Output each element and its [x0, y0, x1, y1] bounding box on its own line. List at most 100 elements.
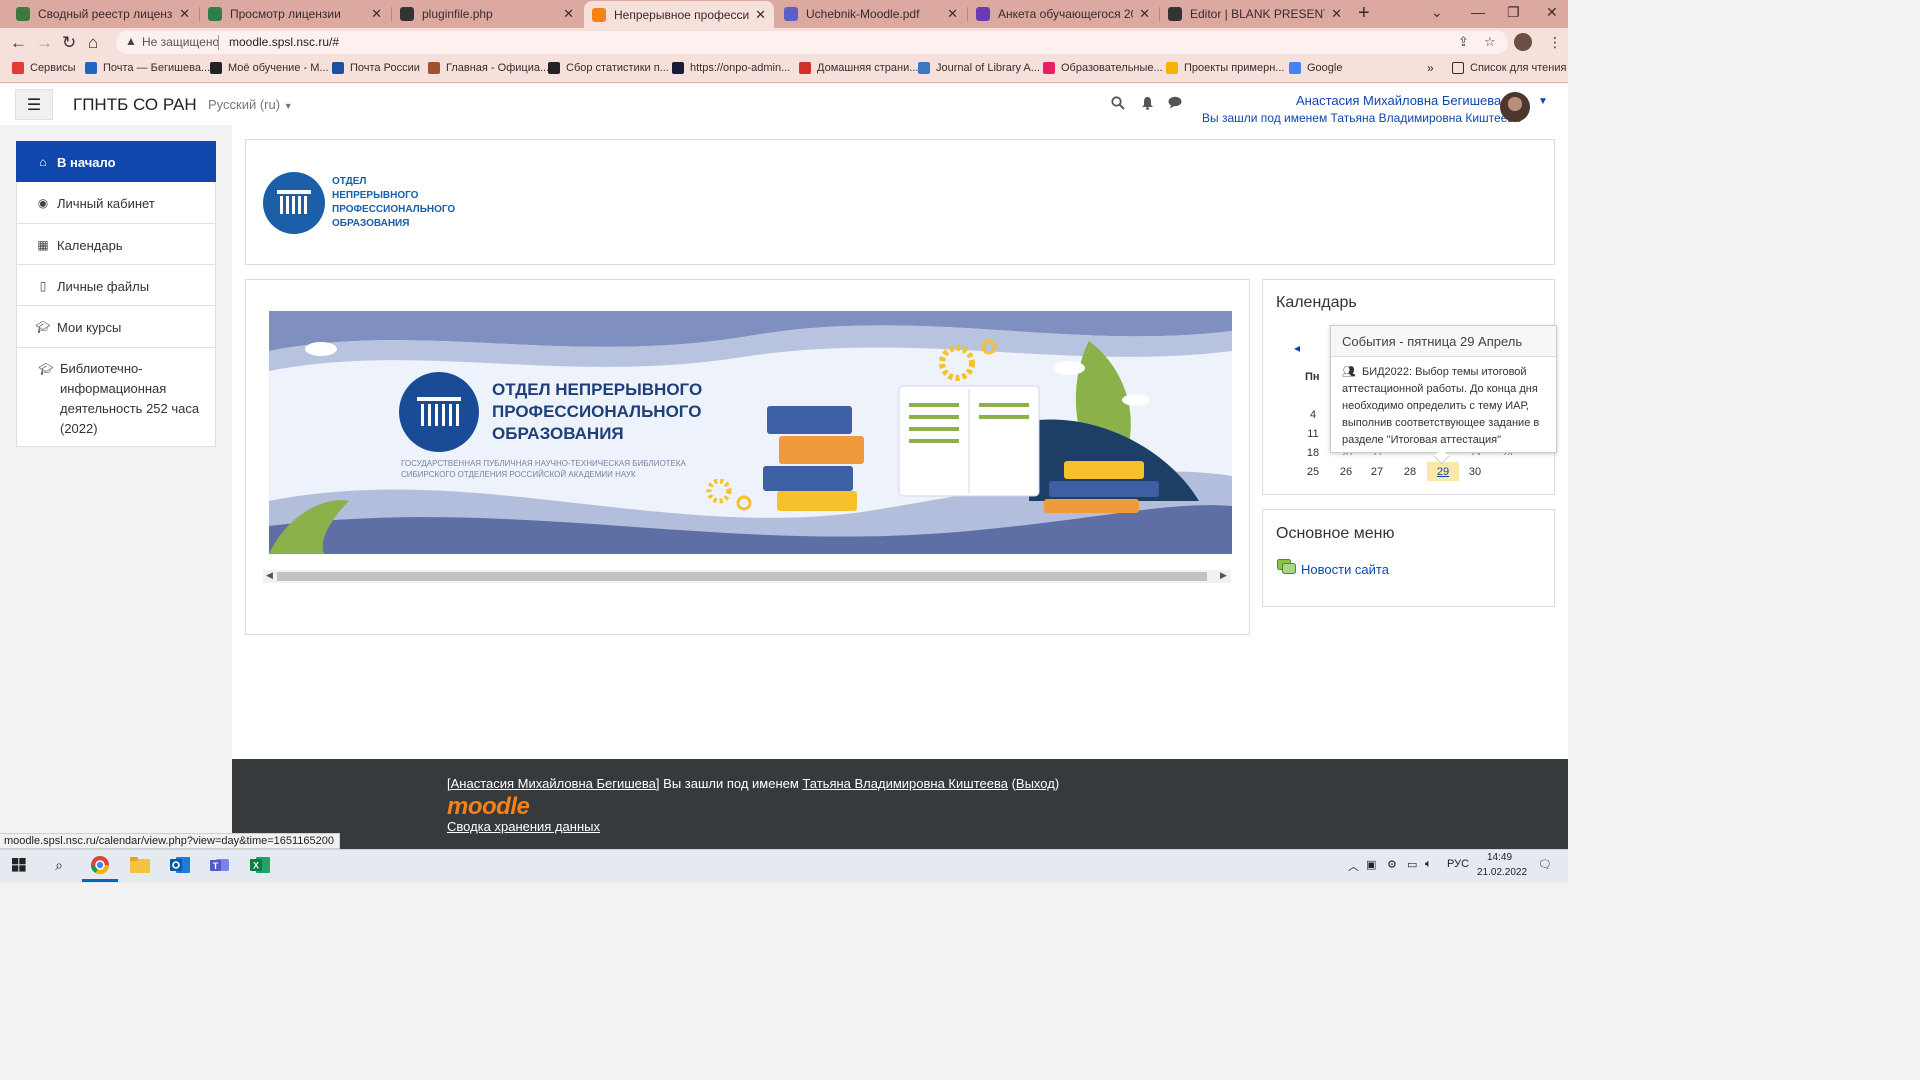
notifications-icon[interactable]: 🗨︎: [1538, 858, 1552, 871]
reading-list-button[interactable]: Список для чтения: [1452, 62, 1566, 74]
footer-user-link[interactable]: Анастасия Михайловна Бегишева: [451, 776, 656, 791]
close-tab-icon[interactable]: ✕: [947, 6, 958, 22]
banner-illustration: [269, 311, 1232, 554]
new-tab-button[interactable]: +: [1358, 2, 1370, 25]
calendar-day-event[interactable]: 29: [1432, 466, 1454, 478]
address-bar[interactable]: ▲ Не защищено moodle.spsl.nsc.ru/# ⇪ ☆: [116, 31, 1508, 54]
avatar[interactable]: [1500, 92, 1530, 122]
close-tab-icon[interactable]: ✕: [755, 7, 766, 23]
moodle-logo[interactable]: moodle: [447, 793, 530, 821]
browser-tab[interactable]: Uchebnik-Moodle.pdf ✕: [776, 2, 966, 26]
browser-tab[interactable]: Анкета обучающегося 2022 - G ✕: [968, 2, 1158, 26]
clock-time[interactable]: 14:49: [1487, 852, 1512, 863]
back-icon[interactable]: ←: [10, 33, 27, 53]
horizontal-scrollbar[interactable]: ◀ ▶: [263, 570, 1231, 583]
share-icon[interactable]: ⇪: [1458, 34, 1469, 50]
site-name[interactable]: ГПНТБ СО РАН: [73, 95, 197, 115]
bookmark-item[interactable]: https://onpo-admin...: [672, 62, 790, 74]
close-tab-icon[interactable]: ✕: [179, 6, 190, 22]
bell-icon[interactable]: [1141, 96, 1154, 113]
url-text[interactable]: moodle.spsl.nsc.ru/#: [229, 35, 339, 49]
nav-item-dashboard[interactable]: ◉ Личный кабинет: [16, 182, 216, 224]
bookmark-item[interactable]: Домашняя страни...: [799, 62, 918, 74]
nav-item-home[interactable]: ⌂ В начало: [16, 141, 216, 182]
bookmark-item[interactable]: Сбор статистики п...: [548, 62, 669, 74]
search-taskbar-icon[interactable]: ⌕: [47, 853, 71, 877]
bookmark-item[interactable]: Образовательные...: [1043, 62, 1163, 74]
logout-link[interactable]: Выход: [1016, 776, 1055, 791]
close-tab-icon[interactable]: ✕: [371, 6, 382, 22]
browser-tab[interactable]: Editor | BLANK PRESENTATION ✕: [1160, 2, 1350, 26]
footer-as-user-link[interactable]: Татьяна Владимировна Киштеева: [802, 776, 1008, 791]
tray-app-icon[interactable]: ▣: [1366, 858, 1376, 871]
close-window-button[interactable]: ✕: [1546, 4, 1558, 21]
bookmark-item[interactable]: Journal of Library A...: [918, 62, 1040, 74]
bookmark-favicon-icon: [799, 62, 811, 74]
reload-icon[interactable]: ↻: [62, 33, 76, 53]
messages-icon[interactable]: [1168, 96, 1182, 112]
tray-settings-icon[interactable]: ⚙︎: [1387, 858, 1397, 871]
tray-overflow-icon[interactable]: ︿: [1348, 858, 1359, 874]
calendar-prev-icon[interactable]: ◂: [1294, 341, 1300, 355]
forward-icon[interactable]: →: [36, 33, 53, 53]
maximize-button[interactable]: ❐: [1507, 4, 1520, 21]
calendar-day: 28: [1403, 466, 1417, 478]
site-news-link[interactable]: Новости сайта: [1301, 562, 1389, 577]
bookmark-item[interactable]: Почта России: [332, 62, 420, 74]
browser-tab[interactable]: Сводный реестр лицензий | ФС ✕: [8, 2, 198, 26]
logo-line: НЕПРЕРЫВНОГО: [332, 190, 419, 201]
scroll-left-icon[interactable]: ◀: [266, 570, 273, 581]
bookmark-item[interactable]: Google: [1289, 62, 1342, 74]
close-tab-icon[interactable]: ✕: [1139, 6, 1150, 22]
excel-icon[interactable]: X: [248, 853, 272, 877]
volume-icon[interactable]: 🔈︎: [1425, 858, 1432, 871]
banner-subtitle-line: ГОСУДАРСТВЕННАЯ ПУБЛИЧНАЯ НАУЧНО-ТЕХНИЧЕ…: [401, 459, 686, 468]
nav-item-course[interactable]: 🎓︎ Библиотечно-информационная деятельност…: [16, 348, 216, 447]
logged-in-as[interactable]: Вы зашли под именем Татьяна Владимировна…: [1202, 111, 1520, 125]
bookmark-item[interactable]: Проекты примерн...: [1166, 62, 1284, 74]
browser-tab[interactable]: Просмотр лицензии ✕: [200, 2, 390, 26]
nav-item-my-courses[interactable]: 🎓︎ Мои курсы: [16, 306, 216, 348]
profile-avatar[interactable]: [1514, 33, 1532, 51]
scrollbar-thumb[interactable]: [277, 572, 1207, 581]
tab-search-icon[interactable]: ⌄: [1431, 4, 1443, 21]
bookmark-item[interactable]: Моё обучение - М...: [210, 62, 329, 74]
browser-tab[interactable]: Непрерывное профессиональ ✕: [584, 1, 774, 28]
bookmark-item[interactable]: Почта — Бегишева...: [85, 62, 210, 74]
close-tab-icon[interactable]: ✕: [563, 6, 574, 22]
minimize-button[interactable]: —: [1471, 4, 1485, 20]
home-browser-icon[interactable]: ⌂: [88, 33, 98, 53]
file-explorer-icon[interactable]: [128, 853, 152, 877]
bookmark-item[interactable]: Главная - Официа...: [428, 62, 549, 74]
v-favicon-icon: [784, 7, 798, 21]
bookmark-favicon-icon: [85, 62, 97, 74]
bookmark-star-icon[interactable]: ☆: [1484, 34, 1496, 50]
teams-icon[interactable]: T: [208, 853, 232, 877]
search-icon[interactable]: [1111, 96, 1125, 113]
banner-title-line: ОБРАЗОВАНИЯ: [492, 424, 624, 443]
windows-start-icon[interactable]: [7, 853, 31, 877]
event-text: БИД2022: Выбор темы итоговой аттестацион…: [1342, 366, 1540, 446]
popover-body[interactable]: 👥︎ БИД2022: Выбор темы итоговой аттестаци…: [1342, 364, 1548, 449]
scroll-right-icon[interactable]: ▶: [1220, 570, 1227, 581]
bookmark-item[interactable]: Сервисы: [12, 62, 76, 74]
close-tab-icon[interactable]: ✕: [1331, 6, 1342, 22]
nav-item-calendar[interactable]: ▦ Календарь: [16, 224, 216, 265]
data-retention-link[interactable]: Сводка хранения данных: [447, 819, 600, 834]
chrome-taskbar-icon[interactable]: [88, 853, 112, 877]
footer-login-info: [Анастасия Михайловна Бегишева] Вы зашли…: [447, 776, 1060, 791]
language-menu[interactable]: Русский (ru) ▼: [208, 97, 293, 112]
outlook-icon[interactable]: [168, 853, 192, 877]
browser-tab[interactable]: pluginfile.php ✕: [392, 2, 582, 26]
clock-date[interactable]: 21.02.2022: [1477, 867, 1527, 878]
user-menu-caret-icon[interactable]: ▼: [1538, 96, 1548, 107]
browser-menu-icon[interactable]: ⋮: [1548, 34, 1562, 51]
drawer-toggle-button[interactable]: ☰: [15, 89, 53, 120]
network-icon[interactable]: ▭: [1407, 858, 1417, 871]
nav-item-private-files[interactable]: ▯ Личные файлы: [16, 265, 216, 306]
tab-title: Uchebnik-Moodle.pdf: [806, 7, 920, 21]
calendar-day: 27: [1370, 466, 1384, 478]
input-language[interactable]: РУС: [1447, 858, 1469, 870]
more-bookmarks-icon[interactable]: »: [1427, 61, 1434, 75]
user-name[interactable]: Анастасия Михайловна Бегишева: [1296, 93, 1501, 108]
